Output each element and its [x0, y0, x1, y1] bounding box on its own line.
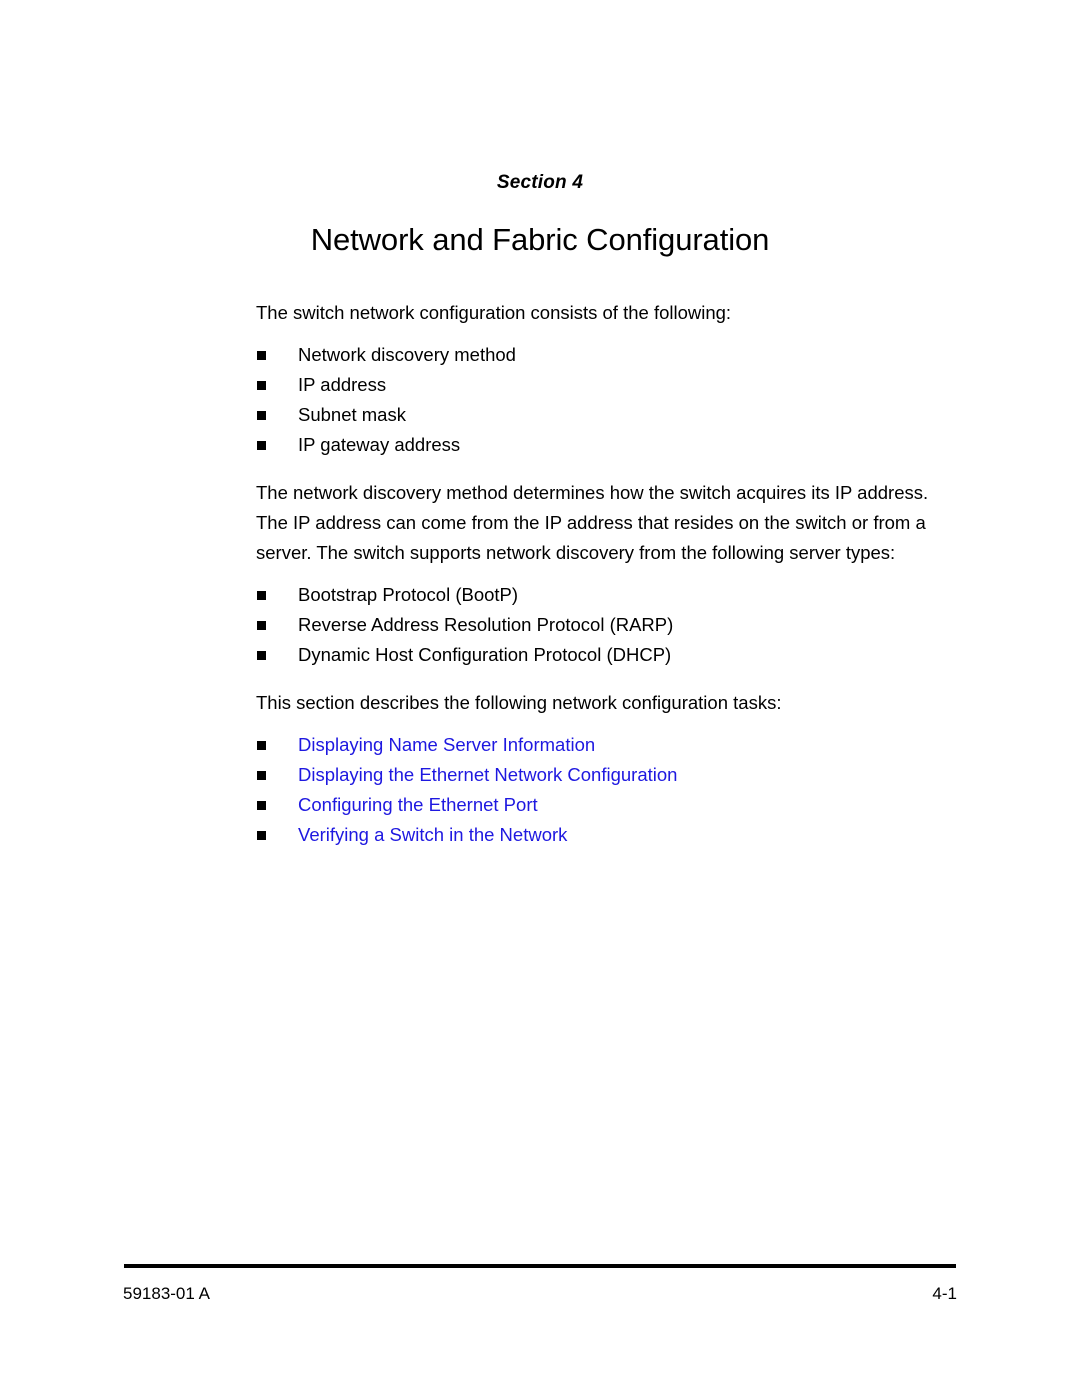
- list-item-label: Subnet mask: [298, 404, 406, 425]
- square-bullet-icon: [257, 351, 266, 360]
- link-displaying-the-ethernet-network-configuration[interactable]: Displaying the Ethernet Network Configur…: [298, 760, 677, 790]
- server-types-list: Bootstrap Protocol (BootP) Reverse Addre…: [256, 580, 962, 670]
- square-bullet-icon: [257, 831, 266, 840]
- link-verifying-a-switch-in-the-network[interactable]: Verifying a Switch in the Network: [298, 820, 567, 850]
- list-item-label: Bootstrap Protocol (BootP): [298, 584, 519, 605]
- footer-page-number: 4-1: [932, 1284, 957, 1303]
- list-item-label: IP address: [298, 374, 387, 395]
- square-bullet-icon: [257, 441, 266, 450]
- section-number: 4: [572, 172, 584, 193]
- square-bullet-icon: [257, 591, 266, 600]
- discovery-paragraph: The network discovery method determines …: [256, 482, 929, 563]
- link-configuring-the-ethernet-port[interactable]: Configuring the Ethernet Port: [298, 790, 538, 820]
- list-item[interactable]: Verifying a Switch in the Network: [256, 820, 962, 850]
- footer-divider: [124, 1264, 956, 1268]
- intro-paragraph: The switch network configuration consist…: [256, 302, 732, 323]
- list-item: Dynamic Host Configuration Protocol (DHC…: [256, 640, 962, 670]
- list-item: Network discovery method: [256, 340, 962, 370]
- square-bullet-icon: [257, 621, 266, 630]
- section-label-word: Section: [496, 172, 567, 193]
- list-item[interactable]: Displaying Name Server Information: [256, 730, 962, 760]
- document-body: The switch network configuration consist…: [256, 298, 962, 850]
- square-bullet-icon: [257, 381, 266, 390]
- config-items-list: Network discovery method IP address Subn…: [256, 340, 962, 460]
- section-label: Section 4: [0, 172, 1080, 194]
- list-item[interactable]: Configuring the Ethernet Port: [256, 790, 962, 820]
- list-item: Bootstrap Protocol (BootP): [256, 580, 962, 610]
- list-item: IP gateway address: [256, 430, 962, 460]
- square-bullet-icon: [257, 771, 266, 780]
- square-bullet-icon: [257, 651, 266, 660]
- document-page: Section 4 Network and Fabric Configurati…: [0, 0, 1080, 1397]
- list-item-label: Reverse Address Resolution Protocol (RAR…: [298, 614, 674, 635]
- list-item: Subnet mask: [256, 400, 962, 430]
- square-bullet-icon: [257, 741, 266, 750]
- list-item-label: IP gateway address: [298, 434, 461, 455]
- page-title: Network and Fabric Configuration: [310, 221, 770, 257]
- list-item: Reverse Address Resolution Protocol (RAR…: [256, 610, 962, 640]
- list-item-label: Network discovery method: [298, 344, 516, 365]
- list-item[interactable]: Displaying the Ethernet Network Configur…: [256, 760, 962, 790]
- square-bullet-icon: [257, 411, 266, 420]
- tasks-paragraph: This section describes the following net…: [256, 692, 782, 713]
- link-displaying-name-server-information[interactable]: Displaying Name Server Information: [298, 730, 595, 760]
- list-item: IP address: [256, 370, 962, 400]
- square-bullet-icon: [257, 801, 266, 810]
- task-links-list: Displaying Name Server Information Displ…: [256, 730, 962, 850]
- list-item-label: Dynamic Host Configuration Protocol (DHC…: [298, 644, 672, 665]
